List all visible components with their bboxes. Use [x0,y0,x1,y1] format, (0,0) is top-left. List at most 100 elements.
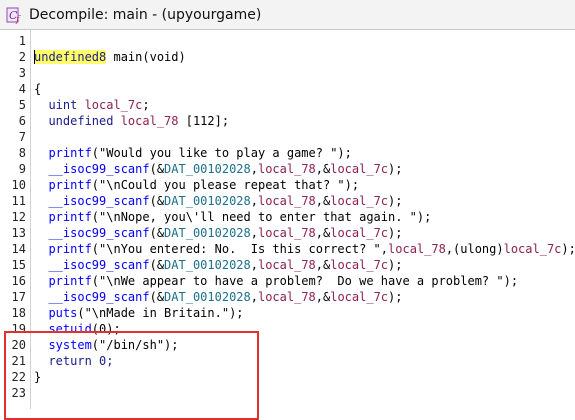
code-token: DAT_00102028 [164,162,251,176]
line-number: 8 [18,146,26,160]
code-line[interactable]: 10 printf("\nCould you please repeat tha… [0,177,575,193]
code-text: printf("\nYou entered: No. Is this corre… [34,241,575,257]
text-cursor [34,50,35,64]
code-token: printf [34,178,92,192]
code-token: (& [149,194,165,208]
code-text: printf("Would you like to play a game? "… [34,145,351,161]
code-token: local_7c [330,258,389,272]
code-line[interactable]: 17 __isoc99_scanf(&DAT_00102028,local_78… [0,289,575,305]
decompiler-code-view[interactable]: 1 2 undefined8 main(void) 3 4{5 uint local_7… [0,30,575,420]
code-token: ("\nMade in Britain."); [77,306,244,320]
window-title: Decompile: main - (upyourgame) [29,6,262,23]
code-token: local_78 [388,242,446,256]
code-line[interactable]: 18 puts("\nMade in Britain."); [0,305,575,321]
code-token: DAT_00102028 [164,258,251,272]
code-line[interactable]: 4{ [0,81,575,97]
code-token: ); [388,162,403,176]
code-text: puts("\nMade in Britain."); [34,305,244,321]
code-text: __isoc99_scanf(&DAT_00102028,local_78,&l… [34,225,402,241]
code-token: , [250,290,258,304]
code-token: printf [34,242,92,256]
code-text: __isoc99_scanf(&DAT_00102028,local_78,&l… [34,161,402,177]
code-token: local_7c [330,226,389,240]
line-number: 17 [11,290,26,304]
code-text: undefined8 main(void) [34,49,186,65]
code-token: [112]; [178,114,230,128]
code-token: local_7c [330,194,389,208]
code-token: local_78 [257,162,316,176]
code-token: ("\nNope, you\'ll need to enter that aga… [91,210,432,224]
line-number: 10 [11,178,26,192]
code-line[interactable]: 11 __isoc99_scanf(&DAT_00102028,local_78… [0,193,575,209]
line-number: 7 [18,130,26,144]
code-token: , [250,226,258,240]
code-token: puts [34,306,78,320]
ghidra-decompile-icon: C f [6,6,24,25]
code-token: uint [34,98,85,112]
code-token: __isoc99_scanf [34,258,150,272]
code-line[interactable]: 5 uint local_7c; [0,97,575,113]
line-number: 1 [18,34,26,48]
line-number: 6 [18,114,26,128]
line-number: 14 [11,242,26,256]
code-text: { [34,81,41,97]
line-number: 3 [18,66,26,80]
code-token: local_7c [84,98,143,112]
line-number: 4 [18,82,26,96]
code-token: ,& [315,226,331,240]
code-line[interactable]: 12 printf("\nNope, you\'ll need to enter… [0,209,575,225]
code-token: , [250,258,258,272]
code-token: __isoc99_scanf [34,226,150,240]
code-token: local_78 [120,114,179,128]
code-token: DAT_00102028 [164,290,251,304]
code-line[interactable]: 15 __isoc99_scanf(&DAT_00102028,local_78… [0,257,575,273]
code-token: ,& [315,290,331,304]
code-line[interactable]: 1 [0,33,575,49]
line-number: 5 [18,98,26,112]
code-line[interactable]: 14 printf("\nYou entered: No. Is this co… [0,241,575,257]
code-text: printf("\nNope, you\'ll need to enter th… [34,209,431,225]
code-token: local_78 [257,194,316,208]
code-token: local_78 [257,226,316,240]
code-line[interactable]: 7 [0,129,575,145]
code-text: __isoc99_scanf(&DAT_00102028,local_78,&l… [34,289,402,305]
line-number: 13 [11,226,26,240]
line-number: 2 [18,50,26,64]
code-token: main(void) [106,50,186,64]
code-line[interactable]: 9 __isoc99_scanf(&DAT_00102028,local_78,… [0,161,575,177]
line-number: 15 [11,258,26,272]
code-token: printf [34,274,92,288]
code-token: ); [388,226,403,240]
code-token: ,(ulong) [445,242,504,256]
code-token: ("\nWe appear to have a problem? Do we h… [91,274,519,288]
code-text: printf("\nCould you please repeat that? … [34,177,359,193]
code-line[interactable]: 3 [0,65,575,81]
code-line[interactable]: 16 printf("\nWe appear to have a problem… [0,273,575,289]
code-line[interactable]: 8 printf("Would you like to play a game?… [0,145,575,161]
code-token: ; [142,98,150,112]
code-text: uint local_7c; [34,97,150,113]
code-text: __isoc99_scanf(&DAT_00102028,local_78,&l… [34,257,402,273]
code-token: ); [388,258,403,272]
code-token: ,& [315,258,331,272]
code-token: printf [34,146,92,160]
code-text: undefined local_78 [112]; [34,113,229,129]
code-line[interactable]: 13 __isoc99_scanf(&DAT_00102028,local_78… [0,225,575,241]
code-token: ("\nYou entered: No. Is this correct? ", [91,242,389,256]
code-token: __isoc99_scanf [34,290,150,304]
code-token: , [250,194,258,208]
code-token: ); [561,242,575,256]
code-token: local_78 [257,258,316,272]
code-token: undefined8 [34,50,107,64]
code-token: local_7c [330,290,389,304]
code-token: local_7c [503,242,562,256]
highlight-annotation-box [4,331,259,420]
code-token: local_7c [330,162,389,176]
code-line[interactable]: 6 undefined local_78 [112]; [0,113,575,129]
line-number: 11 [11,194,26,208]
code-line[interactable]: 2 undefined8 main(void) [0,49,575,65]
code-token: ,& [315,162,331,176]
code-token: ,& [315,194,331,208]
code-token: (& [149,290,165,304]
code-token: __isoc99_scanf [34,194,150,208]
